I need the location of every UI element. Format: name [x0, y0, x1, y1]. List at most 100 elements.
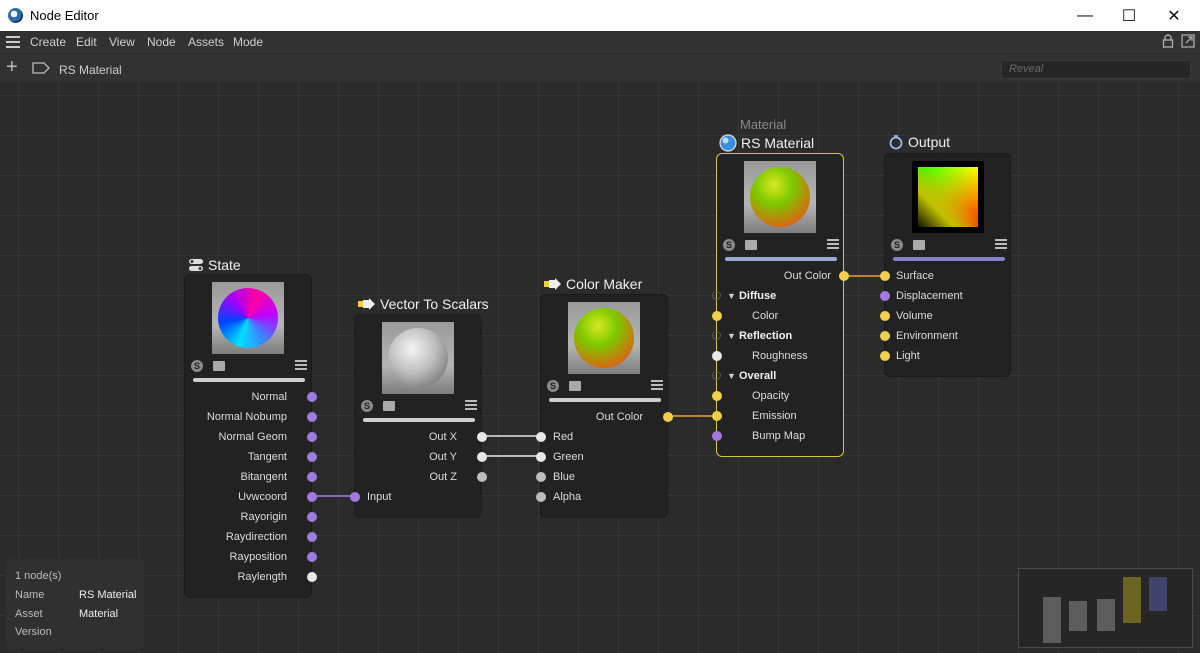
hamburger-icon[interactable] — [6, 36, 20, 48]
expand-icon[interactable] — [1181, 34, 1195, 48]
group-diffuse[interactable]: ▼ Diffuse — [727, 290, 776, 302]
tag-icon[interactable] — [32, 62, 50, 74]
breadcrumb[interactable]: RS Material — [59, 63, 122, 77]
menu-view[interactable]: View — [109, 35, 135, 49]
port-volume-dot[interactable] — [880, 311, 890, 321]
port-displacement-dot[interactable] — [880, 291, 890, 301]
port-red-dot[interactable] — [536, 432, 546, 442]
plus-icon[interactable]: + — [6, 57, 18, 77]
s-icon[interactable]: S — [191, 360, 203, 372]
info-name-value: RS Material — [79, 589, 137, 601]
port-bump-map-dot[interactable] — [712, 431, 722, 441]
image-icon[interactable] — [213, 361, 225, 371]
s-icon[interactable]: S — [723, 239, 735, 251]
port-state-output-dot[interactable] — [307, 532, 317, 542]
menu-lines-icon[interactable] — [827, 239, 839, 251]
color-maker-icon-bar: S — [547, 380, 663, 394]
port-state-output: Tangent — [247, 451, 287, 463]
image-icon[interactable] — [745, 240, 757, 250]
rs-material-node-title[interactable]: RS Material — [719, 134, 814, 152]
image-icon[interactable] — [383, 401, 395, 411]
minimap-node — [1097, 599, 1115, 631]
port-color-dot[interactable] — [712, 311, 722, 321]
lock-icon[interactable] — [1161, 34, 1175, 48]
menu-create[interactable]: Create — [30, 35, 66, 49]
port-state-output-dot[interactable] — [307, 492, 317, 502]
port-state-output-dot[interactable] — [307, 412, 317, 422]
vts-icon-bar: S — [361, 400, 477, 414]
port-out-y-dot[interactable] — [477, 452, 487, 462]
s-icon[interactable]: S — [891, 239, 903, 251]
path-bar: + RS Material Reveal — [0, 53, 1200, 82]
port-roughness-dot[interactable] — [712, 351, 722, 361]
port-state-output-dot[interactable] — [307, 572, 317, 582]
menu-lines-icon[interactable] — [995, 239, 1007, 251]
port-state-output-dot[interactable] — [307, 432, 317, 442]
port-state-output: Raydirection — [225, 531, 287, 543]
port-emission-dot[interactable] — [712, 411, 722, 421]
port-state-output-dot[interactable] — [307, 452, 317, 462]
color-maker-node-title[interactable]: Color Maker — [544, 276, 642, 292]
port-state-output: Raylength — [237, 571, 287, 583]
port-diffuse-dot[interactable] — [712, 291, 721, 300]
port-light-dot[interactable] — [880, 351, 890, 361]
menu-mode[interactable]: Mode — [233, 35, 263, 49]
output-node-title[interactable]: Output — [888, 134, 950, 150]
color-maker-node[interactable]: S Out Color Red Green Blue Alpha — [536, 294, 673, 518]
port-state-output-dot[interactable] — [307, 392, 317, 402]
port-state-output-dot[interactable] — [307, 552, 317, 562]
node-canvas[interactable]: State S Normal Normal Nobump Normal Geom Ta… — [0, 82, 1200, 653]
menu-lines-icon[interactable] — [651, 380, 663, 392]
menu-lines-icon[interactable] — [295, 360, 307, 372]
port-state-output-dot[interactable] — [307, 472, 317, 482]
port-state-output: Rayorigin — [240, 511, 287, 523]
state-node-title[interactable]: State — [188, 257, 241, 273]
s-icon[interactable]: S — [361, 400, 373, 412]
state-node[interactable]: S Normal Normal Nobump Normal Geom Tangent B… — [184, 274, 317, 598]
s-icon[interactable]: S — [547, 380, 559, 392]
port-out-z-dot[interactable] — [477, 472, 487, 482]
port-environment-dot[interactable] — [880, 331, 890, 341]
vts-node-title[interactable]: Vector To Scalars — [358, 296, 489, 312]
output-node[interactable]: S Surface Displacement Volume Environmen… — [880, 153, 1011, 377]
menu-node[interactable]: Node — [147, 35, 176, 49]
close-button[interactable]: ✕ — [1151, 0, 1197, 31]
port-out-x-dot[interactable] — [477, 432, 487, 442]
maximize-button[interactable]: ☐ — [1106, 0, 1152, 31]
chevron-down-icon[interactable]: ▼ — [727, 331, 736, 341]
rs-material-node-label: RS Material — [741, 135, 815, 151]
image-icon[interactable] — [913, 240, 925, 250]
chevron-down-icon[interactable]: ▼ — [727, 371, 736, 381]
menu-bar: Create Edit View Node Assets Mode — [0, 31, 1200, 53]
color-maker-preview — [568, 302, 640, 374]
rs-material-node[interactable]: S Out Color ▼ Diffuse Color ▼ Reflection… — [712, 153, 849, 457]
port-reflection-dot[interactable] — [712, 331, 721, 340]
info-name-label: Name — [15, 589, 45, 601]
chevron-down-icon[interactable]: ▼ — [727, 291, 736, 301]
rs-material-preview — [744, 161, 816, 233]
image-icon[interactable] — [569, 381, 581, 391]
vts-preview-bar — [363, 418, 475, 422]
minimap[interactable] — [1018, 568, 1193, 648]
vector-to-scalars-node[interactable]: S Out X Out Y Out Z Input — [350, 314, 487, 518]
node-info-panel: 1 node(s) Name RS Material Asset Materia… — [5, 559, 144, 649]
port-surface-dot[interactable] — [880, 271, 890, 281]
group-reflection[interactable]: ▼ Reflection — [727, 330, 792, 342]
port-blue-dot[interactable] — [536, 472, 546, 482]
menu-lines-icon[interactable] — [465, 400, 477, 412]
menu-edit[interactable]: Edit — [76, 35, 97, 49]
port-alpha-dot[interactable] — [536, 492, 546, 502]
minimize-button[interactable]: — — [1062, 0, 1108, 31]
menu-assets[interactable]: Assets — [188, 35, 224, 49]
port-green-dot[interactable] — [536, 452, 546, 462]
port-out-color-dot[interactable] — [663, 412, 673, 422]
port-opacity-dot[interactable] — [712, 391, 722, 401]
port-state-output-dot[interactable] — [307, 512, 317, 522]
port-rs-out-color-dot[interactable] — [839, 271, 849, 281]
port-input-dot[interactable] — [350, 492, 360, 502]
reveal-search-input[interactable]: Reveal — [1001, 60, 1191, 79]
port-overall-dot[interactable] — [712, 371, 721, 380]
port-blue: Blue — [553, 471, 576, 483]
group-overall[interactable]: ▼ Overall — [727, 370, 776, 382]
node-count: 1 node(s) — [15, 570, 62, 582]
